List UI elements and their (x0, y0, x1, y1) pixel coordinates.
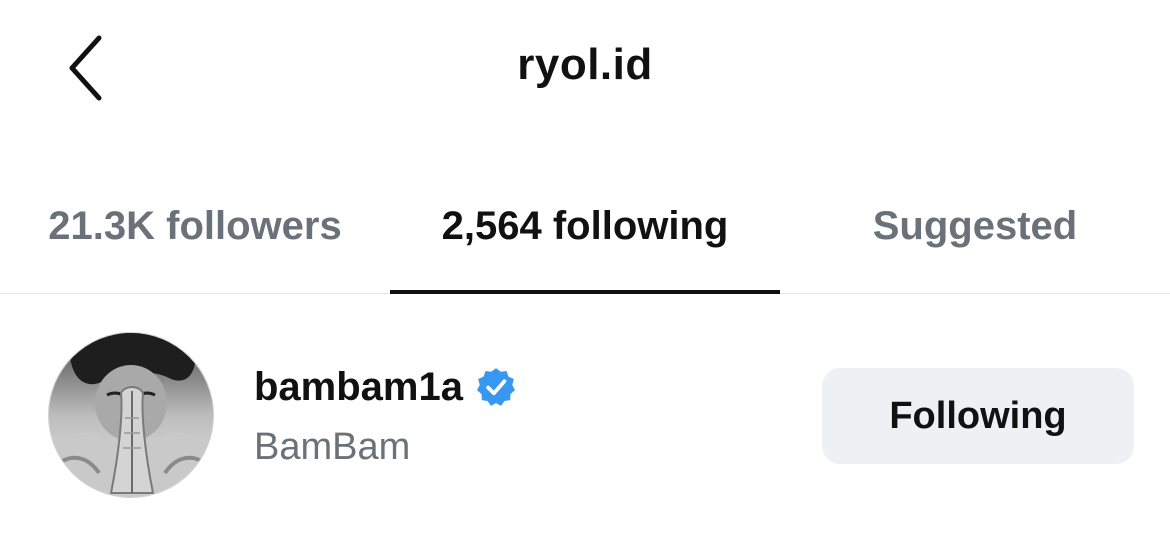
username[interactable]: bambam1a (254, 365, 463, 410)
list-item[interactable]: bambam1a BamBam Following (0, 330, 1170, 502)
tab-following-label: 2,564 following (441, 204, 729, 248)
tab-following[interactable]: 2,564 following (390, 190, 780, 293)
tab-suggested[interactable]: Suggested (780, 190, 1170, 293)
verified-badge-icon (477, 368, 515, 406)
following-button[interactable]: Following (822, 368, 1134, 464)
top-bar: ryol.id (0, 0, 1170, 140)
avatar[interactable] (48, 332, 214, 498)
username-row: bambam1a (254, 362, 517, 412)
tab-followers-label: 21.3K followers (48, 204, 342, 248)
page-title: ryol.id (517, 40, 653, 89)
user-text: bambam1a BamBam (254, 362, 517, 469)
display-name: BamBam (254, 426, 411, 468)
profile-photo (49, 333, 213, 497)
tab-bar: 21.3K followers 2,564 following Suggeste… (0, 190, 1170, 294)
active-tab-indicator (390, 290, 780, 294)
tab-followers[interactable]: 21.3K followers (0, 190, 390, 293)
tab-suggested-label: Suggested (872, 204, 1078, 248)
